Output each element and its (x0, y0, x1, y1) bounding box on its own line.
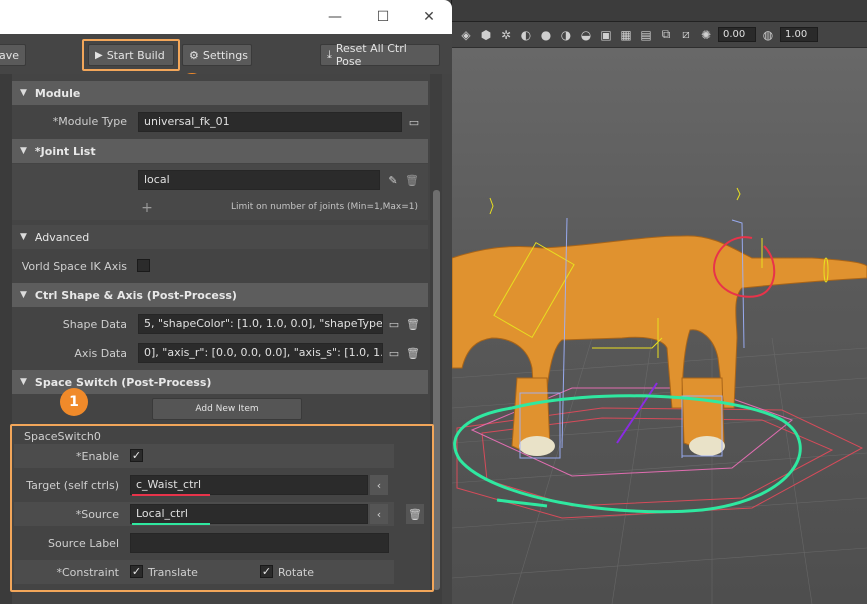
module-type-field[interactable]: universal_fk_01 (138, 112, 402, 132)
axis-data-edit-icon[interactable]: ▭ (385, 343, 403, 363)
translate-checkbox[interactable]: ✓ (130, 565, 143, 578)
target-pick-icon[interactable]: ‹ (370, 475, 388, 495)
gamma-icon[interactable]: ◍ (760, 27, 776, 43)
target-underline (132, 494, 210, 496)
delete-joint-icon[interactable]: 🗑 (403, 170, 421, 190)
add-new-item-button[interactable]: Add New Item (152, 398, 302, 420)
settings-button[interactable]: ⚙ Settings (182, 44, 252, 66)
axis-data-label: Axis Data (74, 347, 127, 360)
rotate-label: Rotate (278, 566, 315, 579)
section-module-title: Module (34, 86, 81, 100)
collapse-arrow-icon: ▼ (20, 232, 27, 242)
section-advanced-title: Advanced (34, 230, 90, 244)
source-underline (132, 523, 210, 525)
space-switch-group-title: SpaceSwitch0 (24, 430, 101, 443)
shape-data-delete-icon[interactable]: 🗑 (404, 314, 422, 334)
builder-toolbar: ave ▶ Start Build ⚙ Settings ⤓ Reset All… (0, 34, 452, 74)
exposure-field[interactable]: 0.00 (718, 27, 756, 42)
camera-icon[interactable]: ◐ (518, 27, 534, 43)
collapse-arrow-icon: ▼ (20, 146, 27, 156)
section-ctrl-shape-title: Ctrl Shape & Axis (Post-Process) (34, 288, 237, 302)
xray-icon[interactable]: ⧄ (678, 27, 694, 43)
layout-icon[interactable]: ▤ (638, 27, 654, 43)
target-label: Target (self ctrls) (26, 479, 119, 492)
play-icon: ▶ (95, 49, 103, 61)
source-delete-icon[interactable]: 🗑 (406, 504, 424, 524)
viewport-toolbar: ◈ ⬢ ✲ ◐ ● ◑ ◒ ▣ ▦ ▤ ⧉ ⧄ ✺ 0.00 ◍ 1.00 (452, 22, 867, 48)
module-form: ▼ Module *Module Type universal_fk_01 ▭ … (0, 74, 452, 604)
collapse-arrow-icon: ▼ (20, 377, 27, 387)
panel-icon[interactable]: ▣ (598, 27, 614, 43)
source-label-label: Source Label (48, 537, 119, 550)
section-advanced-header[interactable]: ▼ Advanced (12, 225, 428, 249)
constraint-label: *Constraint (56, 566, 119, 579)
start-build-button[interactable]: ▶ Start Build (88, 44, 174, 66)
world-ik-axis-label: Vorld Space IK Axis (21, 260, 127, 273)
grid-icon[interactable]: ▦ (618, 27, 634, 43)
rig-builder-window: — ☐ ✕ ave ▶ Start Build ⚙ Settings ⤓ Res… (0, 0, 452, 604)
collapse-arrow-icon: ▼ (20, 88, 27, 98)
sphere-icon[interactable]: ● (538, 27, 554, 43)
module-type-picker-icon[interactable]: ▭ (405, 112, 423, 132)
scrollbar-thumb[interactable] (433, 190, 440, 590)
pick-joint-icon[interactable]: ✎ (384, 170, 402, 190)
maya-viewport[interactable]: ◈ ⬢ ✲ ◐ ● ◑ ◒ ▣ ▦ ▤ ⧉ ⧄ ✺ 0.00 ◍ 1.00 (452, 0, 867, 604)
light-icon[interactable]: ✲ (498, 27, 514, 43)
add-joint-button[interactable]: + (138, 198, 156, 218)
joint-list-item[interactable]: local (138, 170, 380, 190)
gamma-field[interactable]: 1.00 (780, 27, 818, 42)
enable-checkbox[interactable]: ✓ (130, 449, 143, 462)
reset-ctrl-pose-button[interactable]: ⤓ Reset All Ctrl Pose (320, 42, 440, 68)
module-type-label: *Module Type (52, 115, 127, 128)
shape-data-label: Shape Data (62, 318, 127, 331)
source-label: *Source (75, 508, 119, 521)
source-field[interactable]: Local_ctrl (130, 504, 368, 524)
save-button-label: ave (0, 48, 20, 62)
save-button[interactable]: ave (0, 44, 26, 66)
reset-label: Reset All Ctrl Pose (335, 42, 407, 68)
wireframe-cube-icon[interactable]: ⬢ (478, 27, 494, 43)
isolate-icon[interactable]: ⧉ (658, 27, 674, 43)
settings-label: Settings (202, 48, 248, 62)
gear-icon: ⚙ (189, 48, 199, 62)
close-button[interactable]: ✕ (406, 0, 452, 34)
viewport-scene (452, 187, 867, 604)
section-joint-list-title: *Joint List (34, 144, 96, 158)
material-icon[interactable]: ◒ (578, 27, 594, 43)
viewport-menu-bar (452, 0, 867, 22)
translate-label: Translate (148, 566, 198, 579)
enable-label: *Enable (76, 450, 119, 463)
maximize-button[interactable]: ☐ (360, 0, 406, 34)
source-label-field[interactable] (130, 533, 389, 553)
axis-data-delete-icon[interactable]: 🗑 (404, 343, 422, 363)
reset-icon: ⤓ (327, 48, 332, 61)
step-badge-1: 1 (60, 388, 88, 416)
rotate-checkbox[interactable]: ✓ (260, 565, 273, 578)
section-ctrl-shape-header[interactable]: ▼ Ctrl Shape & Axis (Post-Process) (12, 283, 428, 307)
target-field[interactable]: c_Waist_ctrl (130, 475, 368, 495)
shadow-icon[interactable]: ◑ (558, 27, 574, 43)
start-build-label: Start Build (106, 48, 165, 62)
minimize-button[interactable]: — (312, 0, 358, 34)
window-titlebar: — ☐ ✕ (0, 0, 452, 34)
shaded-icon[interactable]: ◈ (458, 27, 474, 43)
app-root: ◈ ⬢ ✲ ◐ ● ◑ ◒ ▣ ▦ ▤ ⧉ ⧄ ✺ 0.00 ◍ 1.00 — … (0, 0, 867, 604)
section-module-header[interactable]: ▼ Module (12, 81, 428, 105)
exposure-icon[interactable]: ✺ (698, 27, 714, 43)
shape-data-edit-icon[interactable]: ▭ (385, 314, 403, 334)
source-pick-icon[interactable]: ‹ (370, 504, 388, 524)
joint-limit-note: Limit on number of joints (Min=1,Max=1) (230, 202, 418, 212)
world-ik-axis-checkbox[interactable] (137, 259, 150, 272)
shape-data-field[interactable]: 5, "shapeColor": [1.0, 1.0, 0.0], "shape… (138, 314, 383, 334)
collapse-arrow-icon: ▼ (20, 290, 27, 300)
section-joint-list-header[interactable]: ▼ *Joint List (12, 139, 428, 163)
section-space-switch-title: Space Switch (Post-Process) (34, 375, 212, 389)
axis-data-field[interactable]: 0], "axis_r": [0.0, 0.0, 0.0], "axis_s":… (138, 343, 383, 363)
